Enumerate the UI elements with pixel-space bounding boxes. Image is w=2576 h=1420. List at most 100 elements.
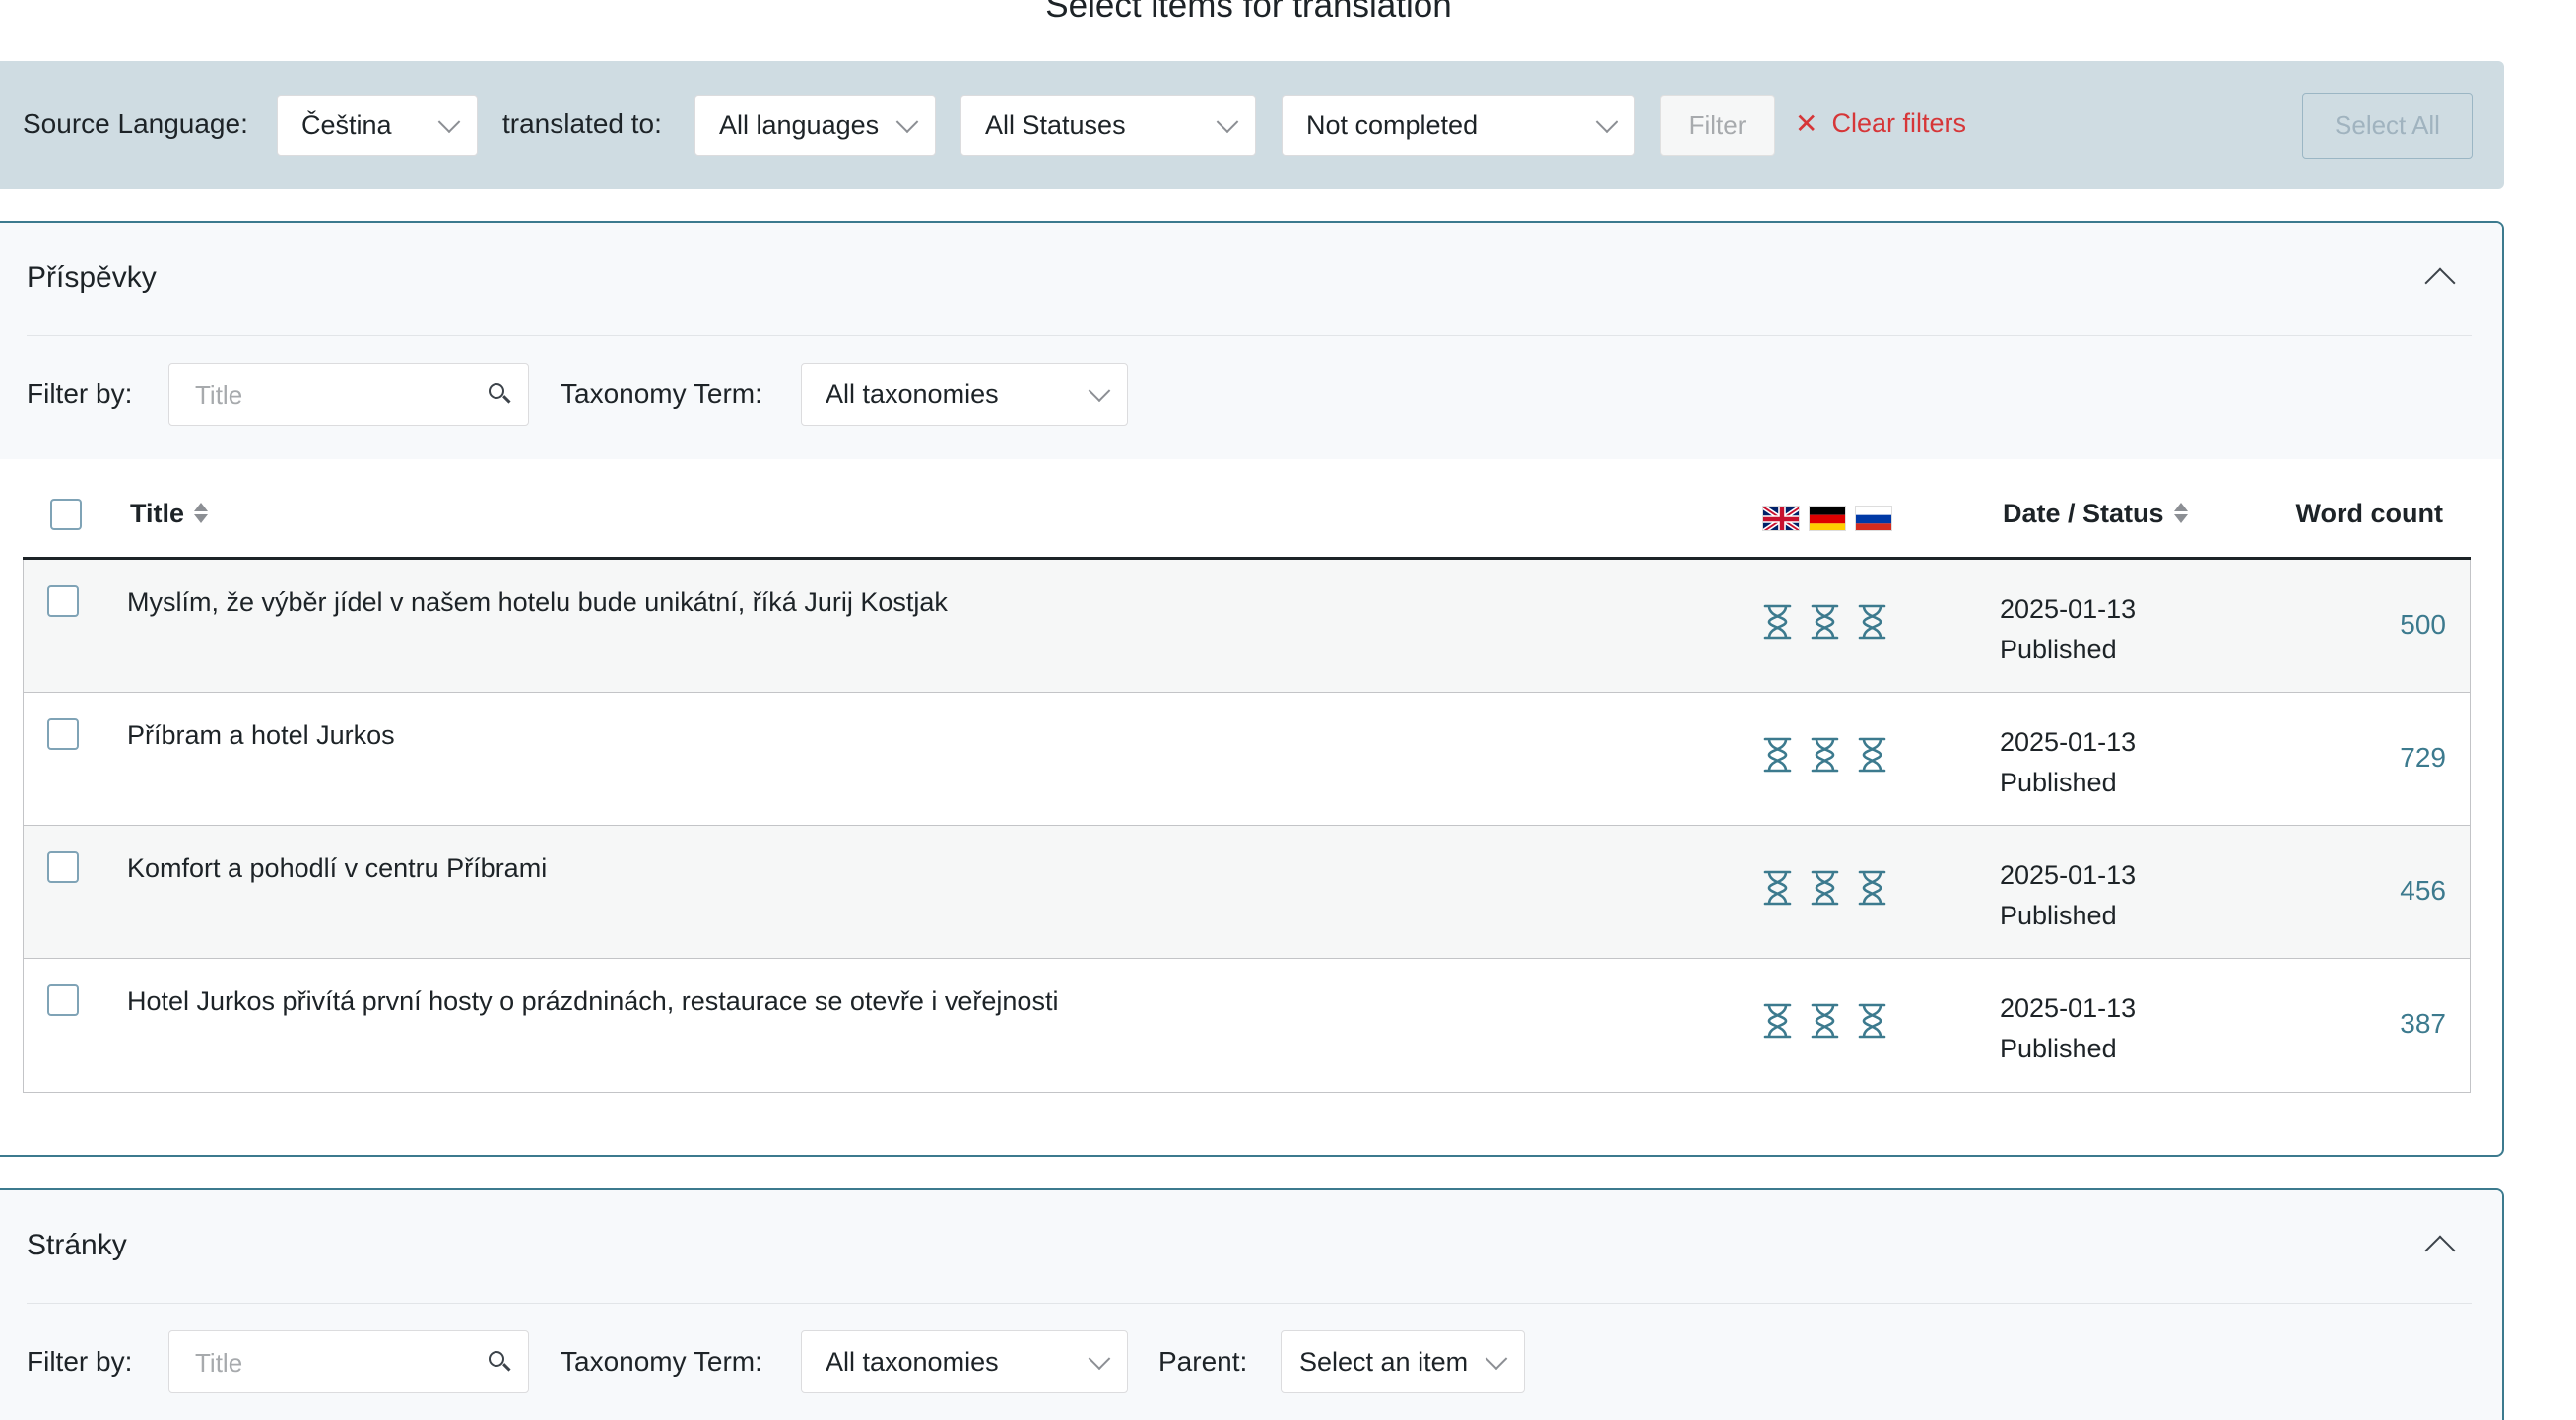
hourglass-icon[interactable]: [1762, 737, 1793, 773]
translation-status-icons: [1762, 604, 1887, 640]
source-language-value: Čeština: [301, 109, 392, 140]
source-language-label: Source Language:: [23, 108, 248, 139]
filter-by-label: Filter by:: [27, 1346, 133, 1377]
table-row[interactable]: Komfort a pohodlí v centru Příbrami 2025…: [24, 826, 2470, 959]
posts-section-header[interactable]: Příspěvky: [0, 223, 2502, 337]
translated-to-label: translated to:: [502, 108, 662, 139]
hourglass-icon[interactable]: [1810, 737, 1840, 773]
hourglass-icon[interactable]: [1810, 604, 1840, 640]
pages-section-header[interactable]: Stránky: [0, 1190, 2502, 1305]
chevron-down-icon: [1088, 379, 1111, 403]
select-all-checkbox[interactable]: [50, 499, 82, 530]
status-value: All Statuses: [985, 109, 1126, 140]
row-title: Komfort a pohodlí v centru Příbrami: [127, 853, 548, 883]
column-date-status-header[interactable]: Date / Status: [2003, 499, 2188, 529]
hourglass-icon[interactable]: [1762, 870, 1793, 906]
chevron-down-icon: [1595, 110, 1618, 134]
row-status: Published: [2000, 901, 2117, 930]
row-date-status: 2025-01-13 Published: [2000, 589, 2136, 670]
row-date: 2025-01-13: [2000, 594, 2137, 624]
search-icon[interactable]: [489, 1351, 511, 1373]
title-placeholder: Title: [195, 380, 243, 410]
taxonomy-select[interactable]: All taxonomies: [801, 1330, 1128, 1393]
sort-icon[interactable]: [2173, 502, 2188, 524]
row-status: Published: [2000, 1034, 2117, 1063]
taxonomy-term-label: Taxonomy Term:: [561, 378, 762, 409]
row-word-count: 456: [2400, 875, 2446, 906]
title-placeholder: Title: [195, 1348, 243, 1378]
posts-table: Title Date / Status Word count Myslím, ž…: [0, 459, 2502, 1093]
flag-de-icon: [1809, 506, 1846, 531]
table-row[interactable]: Příbram a hotel Jurkos 2025-01-13 Publis…: [24, 693, 2470, 826]
table-row[interactable]: Hotel Jurkos přivítá první hosty o prázd…: [24, 959, 2470, 1092]
status-select[interactable]: All Statuses: [960, 95, 1256, 156]
parent-select[interactable]: Select an item: [1281, 1330, 1525, 1393]
filter-by-label: Filter by:: [27, 378, 133, 409]
completion-value: Not completed: [1306, 109, 1479, 140]
row-checkbox[interactable]: [47, 585, 79, 617]
column-date-status-label: Date / Status: [2003, 499, 2164, 528]
target-language-select[interactable]: All languages: [694, 95, 936, 156]
hourglass-icon[interactable]: [1857, 604, 1887, 640]
filter-button[interactable]: Filter: [1660, 95, 1775, 156]
posts-section: Příspěvky Filter by: Title Taxonomy Term…: [0, 221, 2504, 1157]
row-status: Published: [2000, 768, 2117, 797]
row-date-status: 2025-01-13 Published: [2000, 722, 2136, 803]
pages-section: Stránky Filter by: Title Taxonomy Term: …: [0, 1188, 2504, 1420]
parent-label: Parent:: [1158, 1346, 1248, 1377]
hourglass-icon[interactable]: [1810, 1003, 1840, 1039]
page: Select items for translation Source Lang…: [0, 0, 2576, 1420]
translation-status-icons: [1762, 1003, 1887, 1039]
row-title: Myslím, že výběr jídel v našem hotelu bu…: [127, 587, 948, 617]
column-title-header[interactable]: Title: [130, 499, 209, 529]
row-status: Published: [2000, 635, 2117, 664]
table-row[interactable]: Myslím, že výběr jídel v našem hotelu bu…: [24, 560, 2470, 693]
flag-uk-icon: [1762, 506, 1800, 531]
table-header: Title Date / Status Word count: [0, 459, 2502, 560]
title-search-input[interactable]: Title: [168, 363, 529, 426]
source-language-select[interactable]: Čeština: [277, 95, 478, 156]
row-title: Příbram a hotel Jurkos: [127, 720, 395, 750]
chevron-up-icon[interactable]: [2424, 267, 2456, 299]
chevron-down-icon: [1485, 1347, 1508, 1371]
search-icon[interactable]: [489, 383, 511, 405]
hourglass-icon[interactable]: [1810, 870, 1840, 906]
row-word-count: 387: [2400, 1008, 2446, 1039]
row-word-count: 729: [2400, 742, 2446, 773]
hourglass-icon[interactable]: [1857, 870, 1887, 906]
select-all-button[interactable]: Select All: [2302, 93, 2473, 159]
clear-filters-link[interactable]: ✕ Clear filters: [1795, 108, 1966, 139]
chevron-down-icon: [895, 110, 919, 134]
hourglass-icon[interactable]: [1857, 1003, 1887, 1039]
row-date-status: 2025-01-13 Published: [2000, 855, 2136, 936]
row-checkbox[interactable]: [47, 718, 79, 750]
title-search-input[interactable]: Title: [168, 1330, 529, 1393]
hourglass-icon[interactable]: [1857, 737, 1887, 773]
taxonomy-value: All taxonomies: [826, 1346, 999, 1377]
taxonomy-select[interactable]: All taxonomies: [801, 363, 1128, 426]
hourglass-icon[interactable]: [1762, 1003, 1793, 1039]
row-title: Hotel Jurkos přivítá první hosty o prázd…: [127, 986, 1059, 1016]
hourglass-icon[interactable]: [1762, 604, 1793, 640]
row-date: 2025-01-13: [2000, 993, 2137, 1023]
row-word-count: 500: [2400, 609, 2446, 640]
table-body: Myslím, že výběr jídel v našem hotelu bu…: [23, 560, 2471, 1093]
clear-filters-label: Clear filters: [1831, 108, 1966, 138]
chevron-down-icon: [1088, 1347, 1111, 1371]
completion-select[interactable]: Not completed: [1282, 95, 1635, 156]
column-word-count-header: Word count: [2295, 499, 2443, 528]
row-checkbox[interactable]: [47, 984, 79, 1016]
flag-ru-icon: [1855, 506, 1892, 531]
row-date: 2025-01-13: [2000, 727, 2137, 757]
target-language-value: All languages: [719, 109, 880, 140]
translation-status-icons: [1762, 870, 1887, 906]
row-checkbox[interactable]: [47, 851, 79, 883]
chevron-down-icon: [437, 110, 461, 134]
posts-section-title: Příspěvky: [27, 261, 157, 294]
filter-bar: Source Language: Čeština translated to: …: [0, 61, 2504, 189]
sort-icon[interactable]: [194, 502, 209, 524]
parent-value: Select an item: [1299, 1346, 1469, 1377]
chevron-up-icon[interactable]: [2424, 1235, 2456, 1266]
translation-status-icons: [1762, 737, 1887, 773]
close-icon: ✕: [1795, 107, 1818, 139]
